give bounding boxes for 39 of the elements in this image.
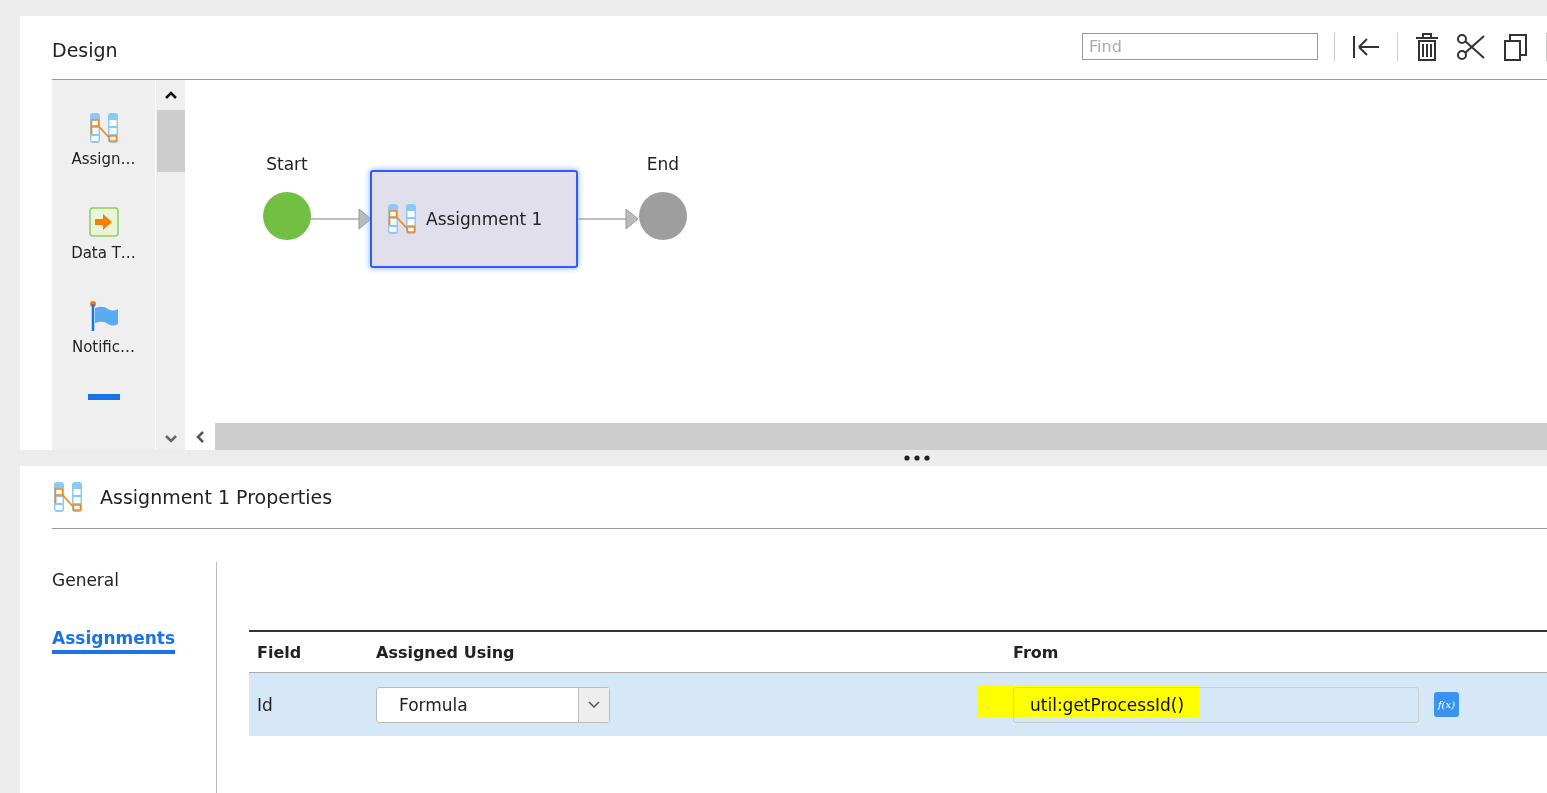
end-node[interactable] (639, 192, 687, 240)
assignment-icon (386, 203, 418, 235)
connector-arrow (309, 208, 372, 230)
table-cell: Id (257, 694, 273, 715)
table-row[interactable]: Id Formula util:getProcessId() f(x) (249, 673, 1547, 736)
formula-dropdown[interactable]: Formula (376, 686, 610, 723)
copy-icon[interactable] (1502, 31, 1530, 62)
column-header: Assigned Using (376, 642, 516, 662)
palette-item-label[interactable]: Data T… (71, 244, 136, 262)
cut-icon[interactable] (1456, 31, 1486, 62)
start-node[interactable] (263, 192, 311, 240)
drag-handle-icon[interactable] (903, 455, 930, 461)
scrollbar-thumb[interactable] (156, 110, 185, 172)
properties-tab[interactable]: Assignments (52, 628, 176, 654)
task-node[interactable]: Assignment 1 (370, 170, 578, 268)
caret-icon (588, 700, 600, 709)
scroll-left-icon[interactable] (195, 429, 205, 444)
column-header: From (1013, 642, 1060, 662)
flag-icon (87, 300, 120, 332)
palette-item-icon (87, 394, 120, 400)
connector-arrow (577, 208, 639, 230)
panel-title: Design (52, 38, 118, 61)
column-header: Field (256, 642, 303, 662)
formula-field[interactable]: util:getProcessId() (1013, 686, 1419, 723)
node-label: Assignment 1 (426, 209, 543, 229)
find-field[interactable]: Find (1082, 33, 1318, 60)
properties-tab[interactable]: General (52, 570, 119, 592)
collapse-left-icon[interactable] (1351, 33, 1381, 60)
properties-title: Assignment 1 Properties (100, 486, 333, 508)
scrollbar-track[interactable] (215, 423, 1547, 450)
palette-item-label[interactable]: Notific… (71, 338, 136, 356)
assignment-icon (52, 481, 84, 513)
node-label: End (646, 154, 680, 174)
scroll-down-icon[interactable] (163, 434, 178, 444)
node-label: Start (266, 154, 308, 174)
assignment-icon (87, 112, 120, 144)
palette-item-label[interactable]: Assign… (71, 150, 136, 168)
scroll-up-icon[interactable] (163, 90, 178, 100)
delete-icon[interactable] (1414, 31, 1440, 62)
